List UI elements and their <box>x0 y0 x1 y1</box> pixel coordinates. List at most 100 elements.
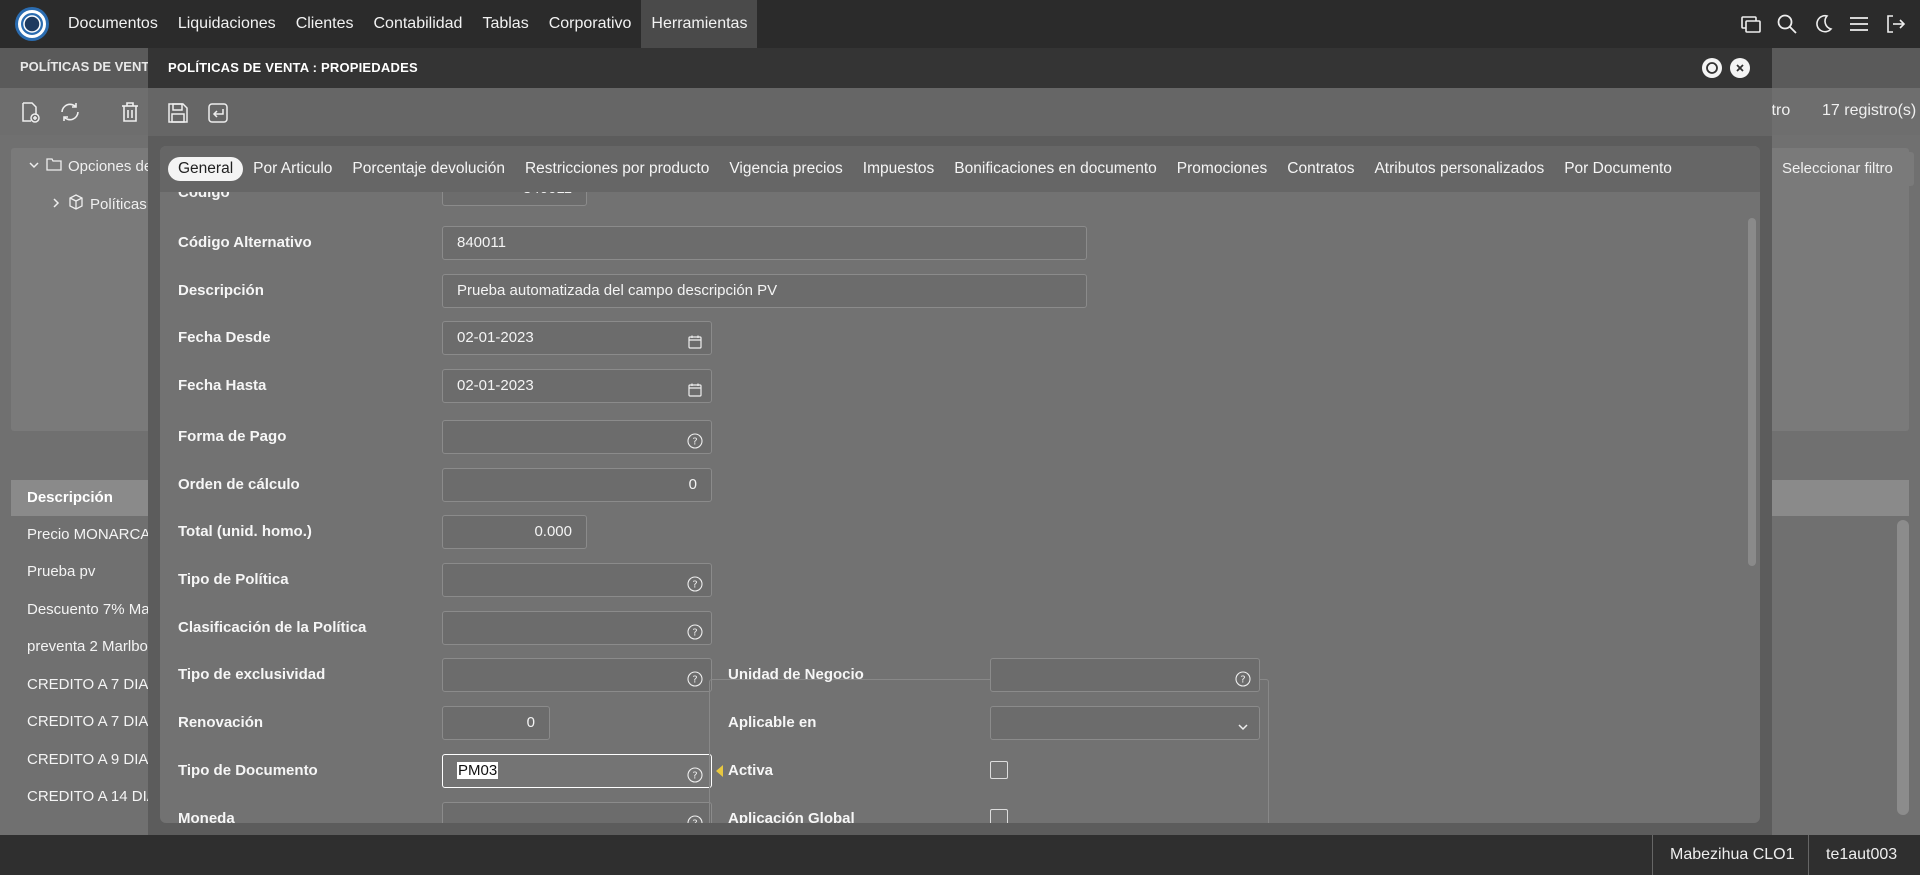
label-forma-pago: Forma de Pago <box>178 428 287 445</box>
aplicable-en-select[interactable] <box>990 706 1260 740</box>
column-descripcion[interactable]: Descripción <box>27 489 113 506</box>
chevron-down-icon[interactable] <box>28 158 40 175</box>
descripcion-field[interactable]: Prueba automatizada del campo descripció… <box>442 274 1087 308</box>
tab-por-documento[interactable]: Por Documento <box>1554 157 1682 181</box>
record-icon[interactable] <box>1702 58 1722 78</box>
tipo-exclusividad-field[interactable]: ? <box>442 658 712 692</box>
tab-porcentaje-devolucion[interactable]: Porcentaje devolución <box>342 157 515 181</box>
tab-por-articulo[interactable]: Por Articulo <box>243 157 342 181</box>
renovacion-field[interactable]: 0 <box>442 706 550 740</box>
nav-herramientas[interactable]: Herramientas <box>641 0 758 48</box>
save-icon[interactable] <box>166 101 190 125</box>
tab-atributos[interactable]: Atributos personalizados <box>1364 157 1554 181</box>
unidad-negocio-field[interactable]: ? <box>990 658 1260 692</box>
tab-restricciones[interactable]: Restricciones por producto <box>515 157 719 181</box>
total-unid-field[interactable]: 0.000 <box>442 515 587 549</box>
label-descripcion: Descripción <box>178 282 264 299</box>
search-icon[interactable] <box>1774 11 1800 37</box>
tree-item-politicas[interactable]: Políticas <box>50 194 147 214</box>
nav-contabilidad[interactable]: Contabilidad <box>364 0 473 48</box>
nav-documentos[interactable]: Documentos <box>58 0 168 48</box>
grid-scrollbar[interactable] <box>1897 520 1909 815</box>
fecha-desde-value: 02-01-2023 <box>457 329 534 346</box>
row-cell: Descuento 7% Mar <box>27 601 155 618</box>
tab-contratos[interactable]: Contratos <box>1277 157 1364 181</box>
page-title: POLÍTICAS DE VENTA <box>20 59 158 74</box>
calendar-icon[interactable] <box>687 330 703 349</box>
status-code: te1aut003 <box>1808 835 1897 875</box>
codigo-alternativo-field[interactable]: 840011 <box>442 226 1087 260</box>
label-unidad-negocio: Unidad de Negocio <box>728 666 864 683</box>
status-user: Mabezihua CLO1 <box>1652 835 1795 875</box>
tree-root[interactable]: Opciones de <box>28 157 152 175</box>
app-logo-icon[interactable] <box>14 6 50 42</box>
return-icon[interactable] <box>206 101 230 125</box>
tab-general[interactable]: General <box>168 157 244 181</box>
codigo-field[interactable]: 840011 <box>442 192 587 206</box>
menu-icon[interactable] <box>1846 11 1872 37</box>
tab-bonificaciones[interactable]: Bonificaciones en documento <box>944 157 1167 181</box>
nav-clientes[interactable]: Clientes <box>286 0 364 48</box>
moon-icon[interactable] <box>1810 11 1836 37</box>
row-cell: CREDITO A 14 DIA <box>27 788 157 805</box>
chevron-right-icon[interactable] <box>50 196 62 213</box>
nav-tablas[interactable]: Tablas <box>472 0 538 48</box>
tipo-politica-field[interactable]: ? <box>442 563 712 597</box>
dialog-title: POLÍTICAS DE VENTA : PROPIEDADES <box>168 60 418 75</box>
options-panel <box>709 679 1269 823</box>
dialog-titlebar: POLÍTICAS DE VENTA : PROPIEDADES <box>148 48 1772 88</box>
windows-icon[interactable] <box>1738 11 1764 37</box>
help-icon[interactable]: ? <box>687 429 703 449</box>
top-icon-bar <box>1738 0 1908 48</box>
chevron-down-icon[interactable] <box>1235 715 1251 731</box>
help-icon[interactable]: ? <box>687 667 703 687</box>
select-filter-button[interactable]: Seleccionar filtro <box>1768 152 1914 186</box>
close-icon[interactable] <box>1730 58 1750 78</box>
help-icon[interactable]: ? <box>687 620 703 640</box>
label-aplicable-en: Aplicable en <box>728 714 817 731</box>
record-count: 17 registro(s) <box>1822 102 1917 119</box>
new-document-icon[interactable] <box>18 100 42 124</box>
label-aplicacion-global: Aplicación Global <box>728 810 855 823</box>
moneda-field[interactable]: ? <box>442 802 712 823</box>
svg-text:?: ? <box>692 580 697 591</box>
tab-vigencia-precios[interactable]: Vigencia precios <box>719 157 852 181</box>
refresh-icon[interactable] <box>58 100 82 124</box>
svg-text:?: ? <box>692 771 697 782</box>
label-clasificacion: Clasificación de la Política <box>178 619 367 636</box>
tab-promociones[interactable]: Promociones <box>1167 157 1277 181</box>
help-icon[interactable]: ? <box>687 572 703 592</box>
clasificacion-field[interactable]: ? <box>442 611 712 645</box>
label-codigo: Código <box>178 192 230 201</box>
fecha-hasta-field[interactable]: 02-01-2023 <box>442 369 712 403</box>
row-cell: Precio MONARCA <box>27 526 151 543</box>
tipo-documento-field[interactable]: PM03 ? <box>442 754 712 788</box>
label-activa: Activa <box>728 762 774 779</box>
label-total-unid: Total (unid. homo.) <box>178 523 312 540</box>
forma-pago-field[interactable]: ? <box>442 420 712 454</box>
fecha-hasta-value: 02-01-2023 <box>457 377 534 394</box>
label-orden-calculo: Orden de cálculo <box>178 476 300 493</box>
form-scrollbar[interactable] <box>1748 218 1756 566</box>
label-tipo-politica: Tipo de Política <box>178 571 289 588</box>
help-icon[interactable]: ? <box>687 811 703 823</box>
label-fecha-desde: Fecha Desde <box>178 329 271 346</box>
help-icon[interactable]: ? <box>1235 667 1251 687</box>
activa-checkbox[interactable] <box>990 761 1008 779</box>
aplicacion-global-checkbox[interactable] <box>990 809 1008 823</box>
calendar-icon[interactable] <box>687 378 703 397</box>
logout-icon[interactable] <box>1882 11 1908 37</box>
tab-impuestos[interactable]: Impuestos <box>853 157 945 181</box>
tab-bar: General Por Articulo Porcentaje devoluci… <box>160 146 1760 192</box>
orden-calculo-field[interactable]: 0 <box>442 468 712 502</box>
nav-liquidaciones[interactable]: Liquidaciones <box>168 0 286 48</box>
help-icon[interactable]: ? <box>687 763 703 783</box>
trash-icon[interactable] <box>118 100 142 124</box>
status-bar: Mabezihua CLO1 te1aut003 <box>0 835 1920 875</box>
label-tipo-exclusividad: Tipo de exclusividad <box>178 666 326 683</box>
nav-corporativo[interactable]: Corporativo <box>539 0 642 48</box>
svg-text:?: ? <box>692 437 697 448</box>
fecha-desde-field[interactable]: 02-01-2023 <box>442 321 712 355</box>
properties-dialog: POLÍTICAS DE VENTA : PROPIEDADES General… <box>148 48 1772 835</box>
main-menu: Documentos Liquidaciones Clientes Contab… <box>58 0 758 48</box>
